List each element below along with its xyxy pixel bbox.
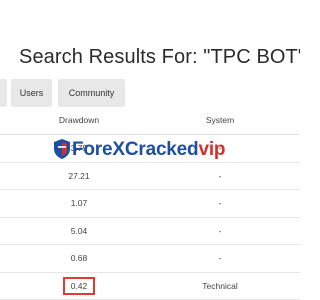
system-cell: - (218, 198, 222, 208)
result-tabs: Users Community (0, 79, 300, 107)
system-cell: - (218, 143, 222, 153)
top-bar (0, 0, 300, 28)
column-header-drawdown[interactable]: Drawdown (51, 115, 107, 125)
table-row[interactable]: 1.07 - (0, 190, 300, 218)
table-row[interactable]: 5.04 - (0, 218, 300, 245)
tab-partial[interactable] (0, 79, 7, 107)
table-row[interactable]: 3.79 - (0, 135, 300, 163)
drawdown-cell: 0.68 (70, 253, 88, 263)
system-cell: Technical (202, 280, 238, 291)
system-cell: - (218, 225, 222, 236)
results-table-body: 3.79 - 27.21 - 1.07 - 5.04 - 0.68 - 0.42… (0, 135, 300, 300)
page-title: Search Results For: "TPC BOT" (19, 46, 300, 68)
column-header-system[interactable]: System (196, 115, 244, 125)
drawdown-cell: 5.04 (70, 225, 88, 236)
table-row[interactable]: 0.68 - (0, 245, 300, 273)
search-results-page: Search Results For: "TPC BOT" Users Comm… (0, 0, 300, 300)
system-cell: - (218, 253, 222, 263)
drawdown-cell: 27.21 (68, 170, 90, 181)
tab-users[interactable]: Users (11, 79, 52, 107)
highlight-box: 0.42 (62, 277, 96, 296)
table-row[interactable]: 27.21 - (0, 163, 300, 190)
tab-community[interactable]: Community (58, 79, 125, 107)
drawdown-cell-highlighted: 0.42 (51, 273, 107, 300)
table-row-highlighted[interactable]: 0.42 Technical (0, 273, 300, 300)
drawdown-cell: 3.79 (70, 143, 88, 153)
system-cell: - (218, 170, 222, 181)
drawdown-cell: 1.07 (70, 198, 88, 208)
